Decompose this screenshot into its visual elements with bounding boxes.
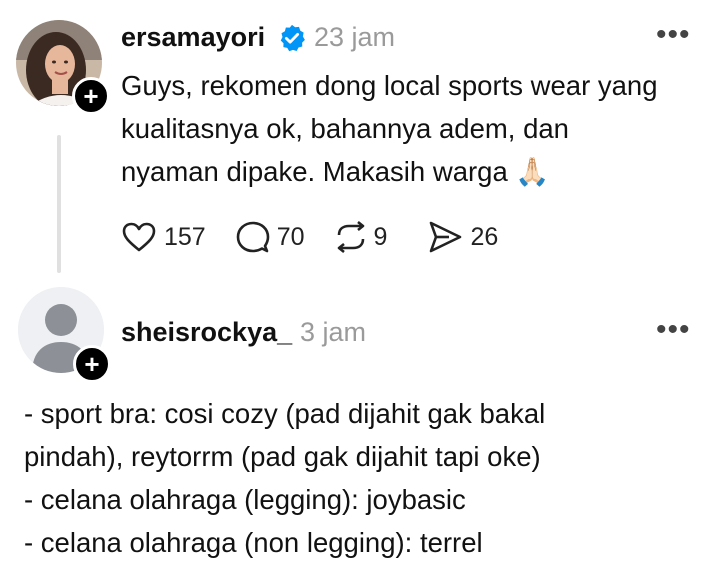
post-text-line: kualitasnya ok, bahannya adem, dan xyxy=(121,113,569,144)
post-actions: 157 70 9 26 xyxy=(121,220,498,254)
post-timestamp: 23 jam xyxy=(314,22,396,52)
like-button[interactable]: 157 xyxy=(121,221,206,253)
reply-text-line: - celana olahraga (non legging): terrel xyxy=(24,527,483,558)
main-post: + ersamayori 23 jam ••• Guys, rekomen do… xyxy=(0,0,715,285)
heart-icon xyxy=(121,221,157,253)
post-text: Guys, rekomen dong local sports wear yan… xyxy=(121,64,658,193)
share-send-icon xyxy=(427,220,463,254)
reply-text: - sport bra: cosi cozy (pad dijahit gak … xyxy=(24,392,545,564)
more-options-icon[interactable]: ••• xyxy=(656,18,691,52)
share-count: 26 xyxy=(470,222,499,251)
post-text-line: nyaman dipake. Makasih warga 🙏🏻 xyxy=(121,150,658,193)
share-button[interactable]: 26 xyxy=(427,220,498,254)
thread-connector-line xyxy=(57,135,61,273)
post-text-line-content: nyaman dipake. Makasih warga xyxy=(121,156,508,187)
praying-hands-emoji: 🙏🏻 xyxy=(515,156,550,187)
reply-post: + sheisrockya_ 3 jam ••• - sport bra: co… xyxy=(0,285,715,572)
reply-text-line: pindah), reytorrm (pad gak dijahit tapi … xyxy=(24,441,541,472)
comment-button[interactable]: 70 xyxy=(236,220,305,254)
repost-icon xyxy=(333,220,369,254)
more-options-icon[interactable]: ••• xyxy=(656,313,691,347)
comment-bubble-icon xyxy=(236,220,270,254)
comment-count: 70 xyxy=(276,222,305,251)
reply-text-line: - celana olahraga (legging): joybasic xyxy=(24,484,466,515)
follow-plus-icon[interactable]: + xyxy=(72,77,110,115)
follow-plus-icon[interactable]: + xyxy=(73,345,111,383)
post-username[interactable]: ersamayori xyxy=(121,22,265,53)
reply-username[interactable]: sheisrockya_ xyxy=(121,317,292,348)
like-count: 157 xyxy=(164,222,206,251)
repost-button[interactable]: 9 xyxy=(333,220,388,254)
verified-badge-icon xyxy=(277,23,307,58)
post-text-line: Guys, rekomen dong local sports wear yan… xyxy=(121,70,658,101)
reply-timestamp: 3 jam xyxy=(300,317,367,347)
repost-count: 9 xyxy=(373,222,388,251)
reply-text-line: - sport bra: cosi cozy (pad dijahit gak … xyxy=(24,398,546,429)
